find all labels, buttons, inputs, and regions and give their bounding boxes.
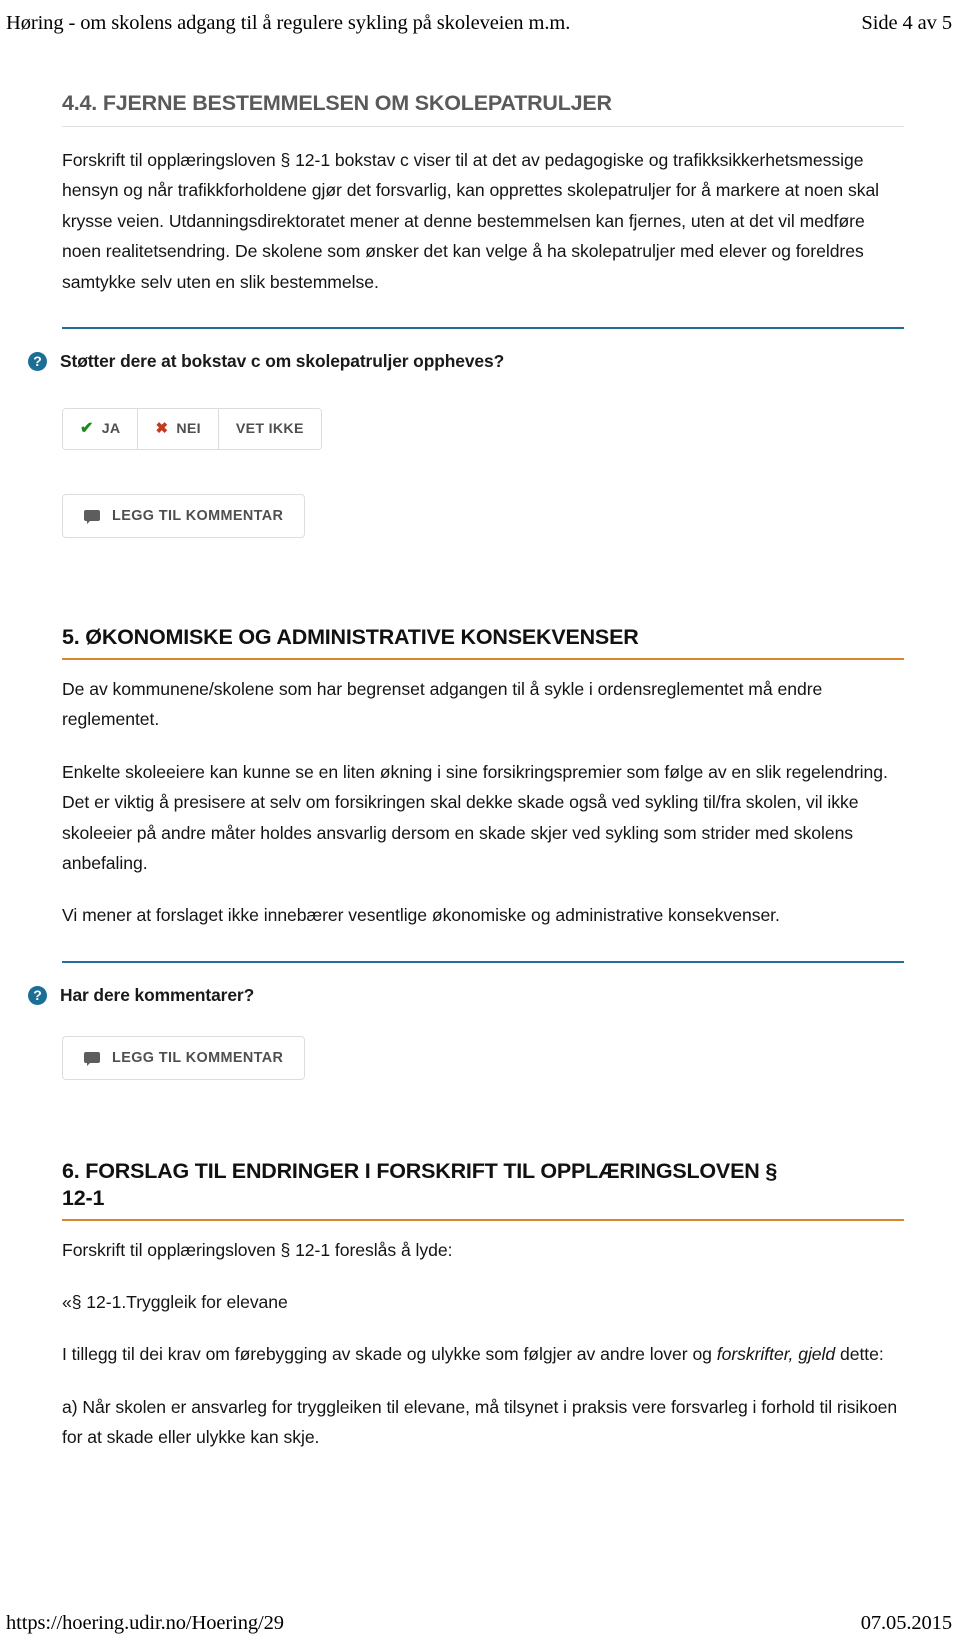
footer-date: 07.05.2015 <box>860 1611 952 1634</box>
comment-bubble-icon <box>84 1052 100 1067</box>
section-4-4-paragraph: Forskrift til opplæringsloven § 12-1 bok… <box>62 149 880 292</box>
add-comment-button-1[interactable]: LEGG TIL KOMMENTAR <box>62 493 306 538</box>
cross-icon: ✖ <box>155 420 169 438</box>
answer-button-group-1[interactable]: ✔ JA ✖ NEI VET IKKE <box>62 407 322 450</box>
section-6-paragraph-1: Forskrift til opplæringsloven § 12-1 for… <box>62 1239 453 1260</box>
section-5-paragraph-3: Vi mener at forslaget ikke innebærer ves… <box>62 905 780 926</box>
footer-url: https://hoering.udir.no/Hoering/29 <box>6 1611 284 1634</box>
add-comment-button-1-label: LEGG TIL KOMMENTAR <box>112 507 284 524</box>
question-row-1: ? Støtter dere at bokstav c om skolepatr… <box>28 351 904 372</box>
section-6-paragraph-3-post: dette: <box>835 1344 884 1365</box>
question-text-1: Støtter dere at bokstav c om skolepatrul… <box>60 350 505 371</box>
add-comment-button-2[interactable]: LEGG TIL KOMMENTAR <box>62 1035 306 1080</box>
question-text-2: Har dere kommentarer? <box>60 984 255 1005</box>
question-mark-icon: ? <box>28 351 47 371</box>
answer-option-nei[interactable]: ✖ NEI <box>138 408 219 449</box>
question-row-2: ? Har dere kommentarer? <box>28 985 904 1006</box>
document-title: Høring - om skolens adgang til å reguler… <box>6 11 571 34</box>
document-content: 4.4. FJERNE BESTEMMELSEN OM SKOLEPATRULJ… <box>0 46 960 1453</box>
page-number: Side 4 av 5 <box>861 11 952 34</box>
section-5-paragraph-1: De av kommunene/skolene som har begrense… <box>62 678 823 730</box>
section-heading-5: 5. ØKONOMISKE OG ADMINISTRATIVE KONSEKVE… <box>62 624 639 649</box>
page-running-header: Høring - om skolens adgang til å reguler… <box>0 0 960 46</box>
comment-bubble-icon <box>84 510 100 525</box>
section-heading-6-line2: 12-1 <box>62 1185 105 1210</box>
section-heading-6: 6. FORSLAG TIL ENDRINGER I FORSKRIFT TIL… <box>62 1158 904 1212</box>
answer-option-vet-ikke-label: VET IKKE <box>235 420 304 437</box>
add-comment-button-2-label: LEGG TIL KOMMENTAR <box>112 1049 284 1066</box>
section-6-paragraph-3-pre: I tillegg til dei krav om førebygging av… <box>62 1344 717 1365</box>
answer-option-ja-label: JA <box>101 420 121 437</box>
section-5-paragraph-2: Enkelte skoleeiere kan kunne se en liten… <box>62 761 888 873</box>
section-heading-6-line1: 6. FORSLAG TIL ENDRINGER I FORSKRIFT TIL… <box>62 1158 778 1183</box>
answer-option-ja[interactable]: ✔ JA <box>63 408 139 449</box>
section-6-paragraph-2: «§ 12-1.Tryggleik for elevane <box>62 1291 288 1312</box>
answer-option-vet-ikke[interactable]: VET IKKE <box>218 408 321 449</box>
question-mark-icon: ? <box>28 985 47 1005</box>
section-6-paragraph-3: I tillegg til dei krav om førebygging av… <box>62 1339 904 1369</box>
page-running-footer: https://hoering.udir.no/Hoering/29 07.05… <box>0 1608 960 1638</box>
section-6-paragraph-4: a) Når skolen er ansvarleg for tryggleik… <box>62 1396 898 1448</box>
check-icon: ✔ <box>80 419 94 437</box>
section-heading-4-4: 4.4. FJERNE BESTEMMELSEN OM SKOLEPATRULJ… <box>62 91 612 115</box>
section-6-paragraph-3-italic: forskrifter, gjeld <box>716 1344 836 1365</box>
answer-option-nei-label: NEI <box>176 420 201 437</box>
